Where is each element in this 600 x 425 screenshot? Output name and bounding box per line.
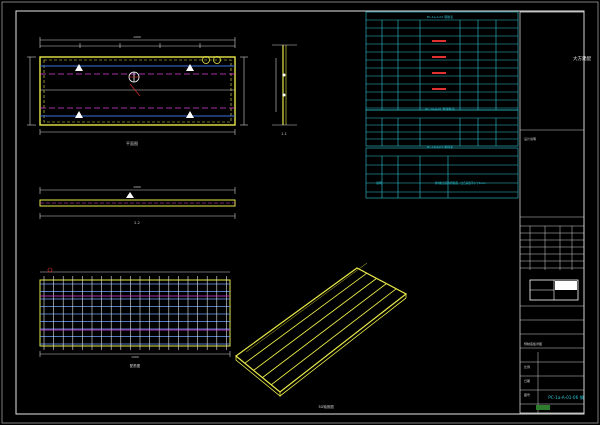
long-section-label: 2-2 (134, 221, 140, 225)
cad-drawing-canvas[interactable]: 平面图 1000 1-1 1000 2-2 1000 配筋图 3D轴测图 PC-… (0, 0, 600, 425)
note-text: 预制板底面为粗糙面，凹凸深度不小于4mm (435, 181, 486, 185)
iso-view-label: 3D轴测图 (318, 404, 334, 409)
sheet-outer-border (1, 1, 599, 424)
rebar-view[interactable]: 1000 配筋图 (39, 267, 231, 368)
sheet-inner-border (15, 10, 585, 415)
embed-table-title: PC-1a-A-01 预埋件表 (425, 106, 455, 111)
rebar-tables[interactable]: PC-1a-A-01 钢筋表 PC-1a-A-01 预埋件表 PC-1a-A-0… (365, 11, 519, 199)
top-view-label: 平面图 (126, 140, 138, 146)
rebar-view-label: 配筋图 (130, 363, 141, 368)
side-view-label: 1-1 (281, 132, 287, 136)
design-notes-label: 设计说明 (524, 136, 536, 141)
sheet-label: 图号 (524, 392, 530, 397)
drawing-name-label: 预制底板详图 (524, 341, 542, 346)
rebar-view-dimension: 1000 (131, 355, 139, 359)
top-view[interactable]: 平面图 1000 (27, 35, 248, 146)
title-block[interactable]: 大方建配 设计说明 预制底板详图 比例 日期 图号 PC-1a-A-01-06 … (519, 11, 591, 414)
notes-title: 说明 (376, 180, 382, 185)
date-label: 日期 (524, 378, 530, 383)
long-section-view[interactable]: 1000 2-2 (39, 185, 236, 225)
isometric-view[interactable]: 3D轴测图 (235, 262, 408, 409)
scale-label: 比例 (524, 364, 530, 369)
side-view[interactable]: 1-1 (272, 44, 297, 136)
long-section-dimension: 1000 (133, 185, 141, 189)
rebar-table-title: PC-1a-A-01 钢筋表 (427, 14, 454, 19)
top-view-dimension: 1000 (133, 35, 141, 39)
lift-table-title: PC-1a-A-01 吊件表 (427, 144, 454, 149)
company-name: 大方建配 (573, 55, 591, 62)
drawing-number: PC-1a-A-01-06 钢 (548, 394, 584, 401)
